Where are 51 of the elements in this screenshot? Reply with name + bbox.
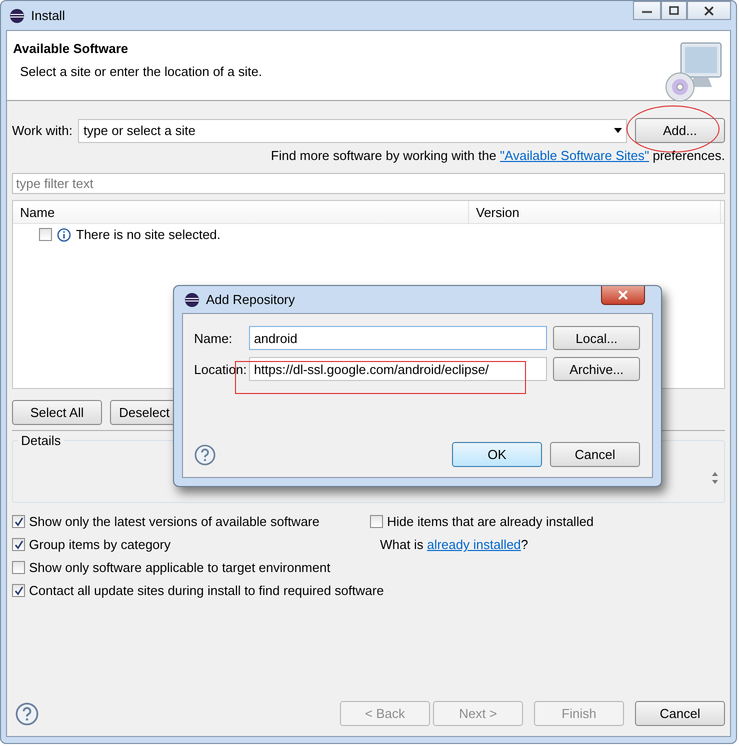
checkbox[interactable] bbox=[12, 584, 25, 597]
page-subtitle: Select a site or enter the location of a site. bbox=[20, 64, 262, 79]
already-installed-link[interactable]: already installed bbox=[426, 537, 521, 552]
checkbox[interactable] bbox=[12, 538, 25, 551]
work-with-label: Work with: bbox=[12, 123, 72, 138]
window-title: Install bbox=[31, 8, 65, 23]
eclipse-icon bbox=[184, 292, 200, 308]
info-icon bbox=[57, 228, 71, 242]
eclipse-icon bbox=[9, 8, 25, 24]
help-icon[interactable] bbox=[194, 444, 216, 466]
maximize-icon bbox=[669, 6, 679, 15]
details-title: Details bbox=[18, 433, 64, 448]
local-button[interactable]: Local... bbox=[553, 326, 640, 350]
site-combo-box[interactable]: type or select a site bbox=[78, 118, 627, 142]
minimize-button[interactable] bbox=[633, 1, 661, 20]
wizard-button[interactable]: Cancel bbox=[635, 701, 725, 726]
archive-button[interactable]: Archive... bbox=[553, 357, 640, 381]
checkbox[interactable] bbox=[370, 515, 383, 528]
text-field[interactable]: android bbox=[248, 326, 548, 350]
checkbox[interactable] bbox=[39, 228, 52, 241]
dialog-title: Add Repository bbox=[206, 292, 295, 307]
more-software-text: Find more software by working with the "Available Software Sites" preferences. bbox=[270, 148, 725, 163]
already-installed-text: What is already installed? bbox=[380, 537, 528, 552]
add-button[interactable]: Add... bbox=[635, 118, 725, 143]
maximize-button[interactable] bbox=[661, 1, 687, 20]
field-label: Name: bbox=[194, 330, 234, 346]
column-header[interactable]: Name bbox=[13, 201, 469, 223]
close-icon bbox=[618, 290, 628, 300]
page-title: Available Software bbox=[13, 41, 130, 56]
cancel-button[interactable]: Cancel bbox=[550, 442, 640, 467]
dropdown-icon bbox=[614, 128, 622, 133]
option-label: Group items by category bbox=[29, 537, 171, 552]
option-label: Contact all update sites during install to find required software bbox=[29, 583, 384, 598]
table-message: There is no site selected. bbox=[76, 227, 221, 242]
help-icon[interactable] bbox=[15, 702, 39, 726]
checkbox[interactable] bbox=[12, 515, 25, 528]
sites-link[interactable]: "Available Software Sites" bbox=[500, 148, 650, 163]
combo-placeholder: type or select a site bbox=[83, 123, 196, 138]
scroll-arrows-icon bbox=[711, 471, 719, 485]
close-button[interactable] bbox=[687, 1, 731, 20]
select-all-button[interactable]: Select All bbox=[12, 400, 102, 425]
text-field[interactable]: https://dl-ssl.google.com/android/eclipse/ bbox=[248, 357, 548, 381]
close-icon bbox=[704, 6, 714, 16]
option-label: Show only the latest versions of available software bbox=[29, 514, 320, 529]
column-header[interactable]: Version bbox=[469, 201, 721, 223]
close-button[interactable] bbox=[601, 286, 645, 305]
filter-field[interactable]: type filter text bbox=[12, 173, 725, 194]
checkbox[interactable] bbox=[12, 561, 25, 574]
ok-button[interactable]: OK bbox=[452, 442, 542, 467]
option-label: Show only software applicable to target environment bbox=[29, 560, 330, 575]
option-label: Hide items that are already installed bbox=[387, 514, 594, 529]
